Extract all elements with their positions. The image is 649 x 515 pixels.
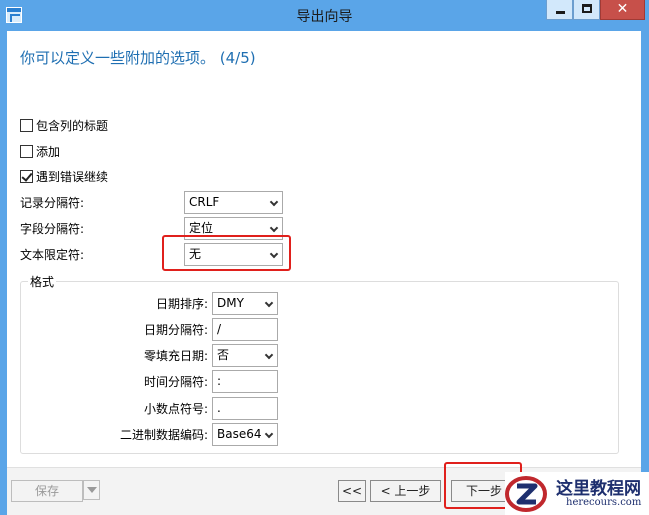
format-group-title: 格式 xyxy=(28,273,57,290)
field-delimiter-value: 定位 xyxy=(189,221,214,235)
record-delimiter-select[interactable]: CRLF xyxy=(184,191,283,214)
export-wizard-window: 导出向导 ✕ 你可以定义一些附加的选项。 (4/5) 包含列的标题 添加 遇到错… xyxy=(0,0,649,515)
maximize-button[interactable] xyxy=(573,0,600,20)
chevron-down-icon xyxy=(264,298,274,308)
close-icon: ✕ xyxy=(616,1,629,17)
append-checkbox[interactable] xyxy=(20,144,33,158)
zero-padding-date-select[interactable]: 否 xyxy=(212,344,278,367)
decimal-symbol-label: 小数点符号: xyxy=(143,402,208,416)
watermark-text: 这里教程网 xyxy=(556,479,641,499)
date-delimiter-label: 日期分隔符: xyxy=(143,323,208,337)
window-frame-right xyxy=(641,31,649,515)
date-order-value: DMY xyxy=(217,296,244,310)
record-delimiter-label: 记录分隔符: xyxy=(20,196,85,210)
append-option[interactable]: 添加 xyxy=(20,143,60,159)
save-options-dropdown[interactable] xyxy=(83,480,100,500)
include-column-titles-label: 包含列的标题 xyxy=(36,118,109,133)
binary-encoding-select[interactable]: Base64 xyxy=(212,423,278,446)
field-delimiter-label: 字段分隔符: xyxy=(20,222,85,236)
maximize-icon xyxy=(582,4,592,13)
first-step-button[interactable]: << xyxy=(338,480,366,502)
text-qualifier-label: 文本限定符: xyxy=(20,248,85,262)
date-delimiter-input[interactable]: / xyxy=(212,318,278,341)
close-button[interactable]: ✕ xyxy=(600,0,645,20)
binary-encoding-label: 二进制数据编码: xyxy=(119,428,208,442)
continue-on-error-label: 遇到错误继续 xyxy=(36,169,109,184)
include-column-titles-option[interactable]: 包含列的标题 xyxy=(20,117,108,133)
append-label: 添加 xyxy=(36,144,61,159)
date-order-select[interactable]: DMY xyxy=(212,292,278,315)
continue-on-error-option[interactable]: 遇到错误继续 xyxy=(20,168,108,184)
minimize-button[interactable] xyxy=(546,0,573,20)
previous-button[interactable]: < 上一步 xyxy=(370,480,441,502)
include-column-titles-checkbox[interactable] xyxy=(20,118,33,132)
record-delimiter-value: CRLF xyxy=(189,195,220,209)
chevron-down-icon xyxy=(264,429,274,439)
decimal-symbol-input[interactable]: . xyxy=(212,397,278,420)
zero-padding-date-label: 零填充日期: xyxy=(143,349,208,363)
step-heading: 你可以定义一些附加的选项。 (4/5) xyxy=(20,49,256,67)
continue-on-error-checkbox[interactable] xyxy=(20,169,33,183)
watermark-logo xyxy=(505,476,547,512)
chevron-down-icon xyxy=(264,350,274,360)
date-order-label: 日期排序: xyxy=(155,297,208,311)
time-delimiter-label: 时间分隔符: xyxy=(143,375,208,389)
chevron-down-icon xyxy=(269,197,279,207)
binary-encoding-value: Base64 xyxy=(217,427,262,441)
zero-padding-date-value: 否 xyxy=(217,348,230,362)
save-button[interactable]: 保存 xyxy=(11,480,83,502)
time-delimiter-input[interactable]: : xyxy=(212,370,278,393)
minimize-icon xyxy=(556,11,565,14)
text-qualifier-highlight xyxy=(162,235,291,271)
chevron-down-icon xyxy=(269,223,279,233)
title-bar[interactable]: 导出向导 ✕ xyxy=(0,0,649,31)
watermark-url: herecours.com xyxy=(566,497,642,508)
